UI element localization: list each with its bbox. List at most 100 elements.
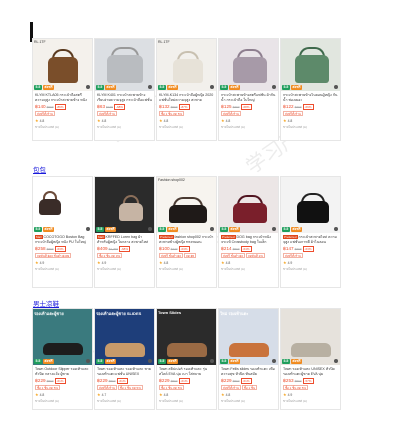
shipping-location: ขายในประเทศ (A) (221, 125, 245, 129)
product-title[interactable]: Mall COCOTOGO Boston Bag กระเป๋าถือผู้หญิ… (35, 235, 90, 245)
product-title[interactable]: KLYM KTLA05 กระเป๋าถือสตรี ความจุสูง กระ… (35, 93, 90, 103)
play-dot-icon[interactable] (148, 359, 152, 363)
rating: ★ 4.8 (159, 260, 214, 265)
product-image[interactable]: 5.5 ส่งฟรี (219, 39, 278, 91)
product-image[interactable]: RL.1TF 5.5 ส่งฟรี (33, 39, 92, 91)
play-dot-icon[interactable] (86, 359, 90, 363)
rating: ★ 4.7 (97, 392, 152, 397)
product-card[interactable]: 5.5 ส่งฟรี Mall COCOTOGO Boston Bag กระเป๋า… (32, 176, 93, 288)
product-card[interactable]: รองเท้าแตะผู้ชาย SLIDES 5.5 ส่งฟรี Town รอง… (94, 308, 155, 410)
product-image[interactable]: Fashion shop002 5.5 ส่งฟรี (157, 177, 216, 233)
product-card[interactable]: RL.1TF 5.5 ส่งฟรี KLYM-K134 กระเป๋าถือผู้หญ… (156, 38, 217, 141)
play-dot-icon[interactable] (272, 227, 276, 231)
play-dot-icon[interactable] (334, 85, 338, 89)
product-info: Preferred fashion shop002 กระเป๋าสะพายข้า… (157, 233, 216, 274)
product-shape (167, 343, 207, 357)
play-dot-icon[interactable] (86, 85, 90, 89)
product-card[interactable]: 5.5 ส่งฟรี Town รองเท้าแตะ UNISEX หัวปิด ร… (280, 308, 341, 410)
original-price: ฿399 (294, 246, 302, 251)
product-title[interactable]: Town Fellis slides รองเท้าแตะ เพื่อความส… (221, 367, 276, 377)
rating: ★ 4.8 (283, 118, 338, 123)
product-title[interactable]: Town สลิปเปอร์ รองเท้าแตะ รุ่นสไลด์ EVA … (159, 367, 214, 377)
product-title[interactable]: Town รองเท้าแตะ รองเท้าแตะ ชาย รองเท้าแต… (97, 367, 152, 377)
product-shape (173, 59, 203, 83)
image-overlay-label: ใหม่ รองเท้าแตะ (220, 311, 249, 316)
play-dot-icon[interactable] (334, 227, 338, 231)
promo-chips: ซื้อ 2 ชิ้น ลด 3% (97, 253, 152, 258)
shipping-location: ขายในประเทศ (A) (97, 267, 121, 271)
product-card[interactable]: รองเท้าแตะผู้ชาย 5.5 ส่งฟรี Town Outdoor Sl… (32, 308, 93, 410)
play-dot-icon[interactable] (272, 85, 276, 89)
play-dot-icon[interactable] (210, 85, 214, 89)
product-card[interactable]: 5.5 ส่งฟรีกระเป๋าสะพายข้างไนลอนผู้หญิง กั… (280, 38, 341, 141)
product-image[interactable]: 5.5 ส่งฟรี (95, 39, 154, 91)
promo-badges: 5.5 ส่งฟรี (220, 359, 241, 364)
product-card[interactable]: ใหม่ รองเท้าแตะ 5.5 ส่งฟรี Town Fellis slid… (218, 308, 279, 410)
product-title[interactable]: Preferred fashion shop002 กระเป๋าสะพายข้า… (159, 235, 214, 245)
product-title[interactable]: Mall KRFFED Loren bag ผ้าสำหรับผู้หญิง ใบ… (97, 235, 152, 245)
discount-badge: -64% (240, 245, 252, 252)
product-shape (291, 343, 331, 357)
product-title-text: KLYM KTLA05 กระเป๋าถือสตรี ความจุสูง กระ… (35, 93, 87, 102)
play-dot-icon[interactable] (86, 227, 90, 231)
product-shape (295, 55, 329, 83)
product-title-text: กระเป๋าสะพายข้างไนลอนผู้หญิง กันน้ำ ช่อง… (283, 93, 338, 102)
promo-chips: ซื้อ 1 ชิ้น ลด 5% (159, 385, 214, 390)
play-dot-icon[interactable] (210, 227, 214, 231)
product-card[interactable]: Town Slides 5.5 ส่งฟรี Town สลิปเปอร์ รองเท… (156, 308, 217, 410)
rating-value: 4.8 (101, 118, 107, 123)
product-title[interactable]: KLYM K401 กระเป๋าสะพายข้าง เรียบง่ายความ… (97, 93, 152, 103)
product-image[interactable]: 5.5 ส่งฟรี (219, 177, 278, 233)
product-image[interactable]: 5.5 ส่งฟรี (95, 177, 154, 233)
rating-value: 4.8 (39, 392, 45, 397)
section-title-mens-sandals[interactable]: 男士凉鞋 (33, 298, 59, 308)
product-title[interactable]: กระเป๋าสะพายข้างไนลอนผู้หญิง กันน้ำ ช่อง… (283, 93, 338, 103)
product-card[interactable]: 5.5 ส่งฟรีกระเป๋าสะพายข้างสตรีแฟชั่น ผ้าก… (218, 38, 279, 141)
play-dot-icon[interactable] (210, 359, 214, 363)
rating: ★ 4.8 (221, 392, 276, 397)
product-card[interactable]: 5.5 ส่งฟรี KLYM K401 กระเป๋าสะพายข้าง เรีย… (94, 38, 155, 141)
play-dot-icon[interactable] (148, 227, 152, 231)
product-image[interactable]: RL.1TF 5.5 ส่งฟรี (157, 39, 216, 91)
product-title[interactable]: Town รองเท้าแตะ UNISEX หัวปิด รองเท้าแตะ… (283, 367, 338, 377)
product-image[interactable]: 5.5 ส่งฟรี (281, 309, 340, 365)
image-overlay-label: รองเท้าแตะผู้ชาย SLIDES (96, 311, 142, 316)
product-card[interactable]: 5.5 ส่งฟรี Preferred กระเป๋าสะพายไหล่ ความจ… (280, 176, 341, 288)
promo-chip: ลดทันที 2% (246, 253, 265, 258)
current-price: ฿140 (35, 103, 46, 109)
shipping-location: ขายในประเทศ (A) (35, 125, 59, 129)
product-card[interactable]: Fashion shop002 5.5 ส่งฟรี Preferred fashion… (156, 176, 217, 288)
campaign-badge: 5.5 (96, 227, 104, 232)
play-dot-icon[interactable] (148, 85, 152, 89)
play-dot-icon[interactable] (334, 359, 338, 363)
product-image[interactable]: 5.5 ส่งฟรี (281, 39, 340, 91)
promo-chip: ซื้อ 2 ชิ้น ลด 3% (97, 253, 123, 258)
image-background (33, 309, 92, 365)
section-title-bags[interactable]: 包包 (33, 164, 46, 174)
star-icon: ★ (159, 392, 163, 397)
product-title[interactable]: Preferred กระเป๋าสะพายไหล่ ความจุสูง แฟชั… (283, 235, 338, 245)
free-shipping-badge: ส่งฟรี (104, 227, 117, 232)
product-image[interactable]: รองเท้าแตะผู้ชาย 5.5 ส่งฟรี (33, 309, 92, 365)
discount-badge: -68% (240, 103, 252, 110)
product-title[interactable]: Preferred DOG bag กระเป๋าหนังจระเข้ Cross… (221, 235, 276, 245)
product-image[interactable]: Town Slides 5.5 ส่งฟรี (157, 309, 216, 365)
product-title-text: KRFFED Loren bag ผ้าสำหรับผู้หญิง ใบกลาง… (97, 235, 149, 244)
product-shape (119, 203, 143, 221)
product-title[interactable]: KLYM-K134 กระเป๋าถือผู้หญิง 2020 แฟชั่นใ… (159, 93, 214, 103)
rating: ★ 4.9 (97, 260, 152, 265)
product-card[interactable]: 5.5 ส่งฟรี Preferred DOG bag กระเป๋าหนังจระ… (218, 176, 279, 288)
product-card[interactable]: 5.5 ส่งฟรี Mall KRFFED Loren bag ผ้าสำหรับผ… (94, 176, 155, 288)
product-title[interactable]: Town Outdoor Slipper รองเท้าแตะ หัวปิด ก… (35, 367, 90, 377)
play-dot-icon[interactable] (272, 359, 276, 363)
free-shipping-badge: ส่งฟรี (290, 85, 303, 90)
product-image[interactable]: 5.5 ส่งฟรี (33, 177, 92, 233)
promo-chips: ส่งฟรี ขั้นต่ำ ฿0 ลดทันที 2% (221, 253, 276, 258)
product-title[interactable]: กระเป๋าสะพายข้างสตรีแฟชั่น ผ้ากันน้ำ กระ… (221, 93, 276, 103)
product-shape (107, 55, 143, 83)
product-image[interactable]: 5.5 ส่งฟรี (281, 177, 340, 233)
product-shape (39, 199, 61, 215)
product-image[interactable]: รองเท้าแตะผู้ชาย SLIDES 5.5 ส่งฟรี (95, 309, 154, 365)
product-card[interactable]: RL.1TF 5.5 ส่งฟรี KLYM KTLA05 กระเป๋าถือสตร… (32, 38, 93, 141)
product-image[interactable]: ใหม่ รองเท้าแตะ 5.5 ส่งฟรี (219, 309, 278, 365)
